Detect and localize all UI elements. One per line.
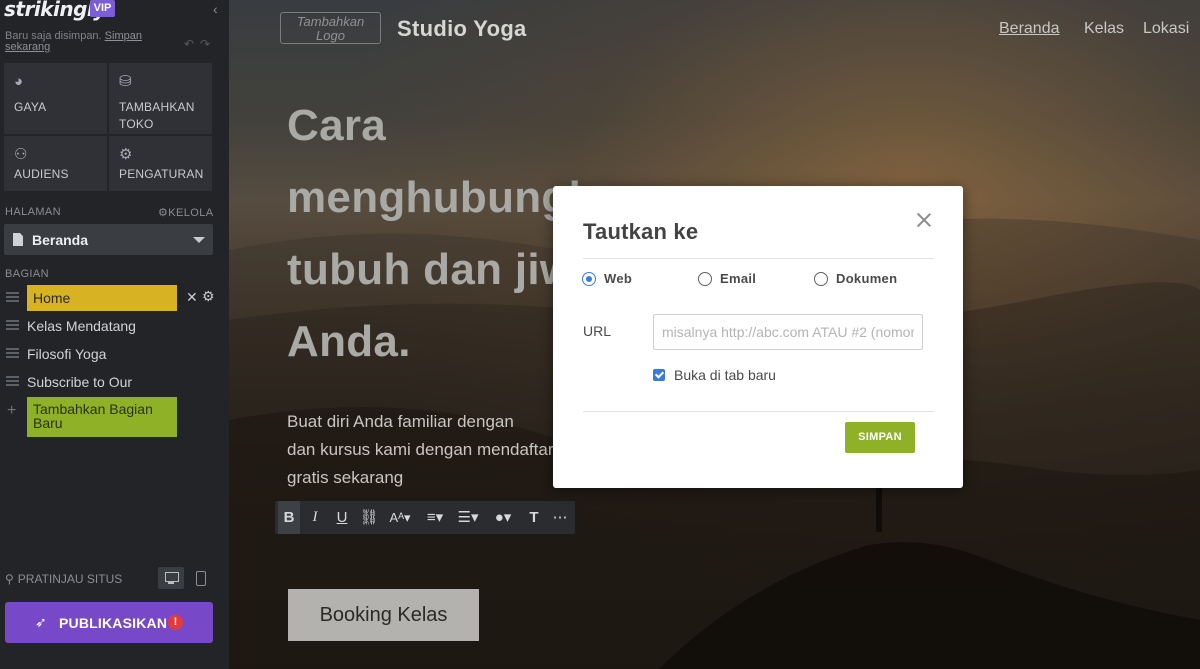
brand-row: strikingly VIP ‹ bbox=[0, 0, 229, 30]
new-tab-checkbox[interactable] bbox=[653, 369, 665, 381]
drag-handle-icon[interactable] bbox=[6, 292, 19, 302]
gear-icon[interactable]: ⚙ bbox=[202, 288, 215, 305]
radio-button[interactable] bbox=[698, 272, 712, 286]
chevron-down-icon bbox=[193, 237, 205, 243]
rocket-icon: ➶ bbox=[35, 614, 47, 630]
section-label: Kelas Mendatang bbox=[27, 318, 136, 334]
manage-pages-link[interactable]: ⚙KELOLA bbox=[158, 206, 213, 219]
publish-label: PUBLIKASIKAN bbox=[59, 615, 168, 631]
align-icon[interactable]: ≡▾ bbox=[422, 501, 448, 534]
section-label: Filosofi Yoga bbox=[27, 346, 107, 362]
section-item-subscribe[interactable]: Subscribe to Our bbox=[0, 369, 229, 395]
preview-label: PRATINJAU SITUS bbox=[17, 572, 123, 586]
radio-button[interactable] bbox=[814, 272, 828, 286]
section-item-kelas[interactable]: Kelas Mendatang bbox=[0, 313, 229, 339]
hero-body-line: dan kursus kami dengan mendaftar bbox=[287, 440, 554, 459]
color-icon[interactable]: ●▾ bbox=[489, 501, 517, 534]
vip-badge: VIP bbox=[90, 0, 115, 17]
sections-heading: BAGIAN bbox=[5, 268, 49, 280]
radio-label: Email bbox=[720, 271, 757, 286]
close-icon[interactable]: ✕ bbox=[186, 289, 198, 306]
hero-title-line: Cara bbox=[287, 101, 387, 150]
hero-body-text[interactable]: Buat diri Anda familiar dengan dan kursu… bbox=[287, 408, 577, 492]
radio-label: Dokumen bbox=[836, 271, 898, 286]
search-icon: ⚲ bbox=[5, 572, 14, 586]
new-tab-label: Buka di tab baru bbox=[674, 367, 776, 383]
people-icon: ⚇ bbox=[14, 146, 28, 163]
palette-icon: ◕ bbox=[14, 73, 24, 90]
section-label: Subscribe to Our bbox=[27, 374, 133, 390]
site-title[interactable]: Studio Yoga bbox=[397, 16, 527, 42]
url-input[interactable] bbox=[653, 314, 923, 350]
underline-icon[interactable]: U bbox=[332, 501, 352, 534]
tile-label: AUDIENS bbox=[14, 167, 69, 181]
pages-heading: HALAMAN bbox=[5, 206, 61, 218]
add-section-button[interactable]: Tambahkan Bagian Baru bbox=[27, 397, 177, 437]
font-size-icon[interactable]: Aᴬ▾ bbox=[387, 501, 413, 534]
tile-label: PENGATURAN bbox=[119, 167, 204, 181]
section-item-filosofi[interactable]: Filosofi Yoga bbox=[0, 341, 229, 367]
link-dialog: Tautkan ke Web Email Dokumen URL Buka di… bbox=[553, 186, 963, 488]
page-selector[interactable]: Beranda bbox=[4, 224, 213, 255]
list-icon[interactable]: ☰▾ bbox=[455, 501, 481, 534]
sidebar-tiles: ◕ GAYA ⛁ TAMBAHKAN TOKO ⚇ AUDIENS ⚙ PENG… bbox=[4, 63, 213, 191]
section-item-active[interactable]: Home bbox=[27, 285, 177, 311]
save-button[interactable]: SIMPAN bbox=[845, 422, 915, 453]
dialog-title: Tautkan ke bbox=[583, 219, 699, 244]
divider bbox=[583, 258, 934, 259]
more-icon[interactable]: ⋯ bbox=[549, 501, 571, 534]
tile-label: TAMBAHKAN TOKO bbox=[119, 100, 195, 131]
document-icon bbox=[13, 233, 23, 246]
manage-pages-label: KELOLA bbox=[168, 207, 214, 219]
nav-link-kelas[interactable]: Kelas bbox=[1084, 20, 1124, 38]
tile-style[interactable]: ◕ GAYA bbox=[4, 63, 107, 134]
hero-body-line: Buat diri Anda familiar dengan bbox=[287, 412, 514, 431]
tile-label: GAYA bbox=[14, 100, 47, 114]
publish-button[interactable]: ➶ PUBLIKASIKAN ! bbox=[5, 602, 213, 643]
bold-icon[interactable]: B bbox=[278, 501, 300, 534]
url-label: URL bbox=[583, 323, 612, 339]
nav-link-lokasi[interactable]: Lokasi bbox=[1143, 20, 1189, 38]
gear-icon: ⚙ bbox=[158, 207, 169, 219]
site-logo-placeholder[interactable]: Tambahkan Logo bbox=[280, 12, 381, 44]
mobile-preview-icon[interactable] bbox=[187, 567, 213, 589]
radio-button[interactable] bbox=[582, 272, 596, 286]
section-item-home[interactable]: Home ✕ ⚙ bbox=[0, 285, 229, 311]
gear-icon: ⚙ bbox=[119, 146, 133, 163]
editor-sidebar: strikingly VIP ‹ Baru saja disimpan. Sim… bbox=[0, 0, 229, 669]
save-status: Baru saja disimpan. Simpan sekarang bbox=[5, 31, 180, 53]
nav-link-beranda[interactable]: Beranda bbox=[999, 20, 1060, 38]
drag-handle-icon[interactable] bbox=[6, 348, 19, 358]
plus-icon: + bbox=[7, 402, 17, 419]
text-format-toolbar: B I U ⛓ Aᴬ▾ ≡▾ ☰▾ ●▾ T ⋯ bbox=[275, 501, 575, 534]
drag-handle-icon[interactable] bbox=[6, 376, 19, 386]
page-selector-value: Beranda bbox=[32, 232, 89, 248]
drag-handle-icon[interactable] bbox=[6, 320, 19, 330]
desktop-preview-icon[interactable] bbox=[158, 567, 184, 589]
preview-site[interactable]: ⚲ PRATINJAU SITUS bbox=[5, 572, 122, 586]
store-icon: ⛁ bbox=[119, 73, 132, 90]
radio-label: Web bbox=[604, 271, 633, 286]
text-style-icon[interactable]: T bbox=[524, 501, 544, 534]
tile-settings[interactable]: ⚙ PENGATURAN bbox=[109, 136, 212, 191]
collapse-sidebar-icon[interactable]: ‹ bbox=[213, 2, 225, 16]
tile-add-store[interactable]: ⛁ TAMBAHKAN TOKO bbox=[109, 63, 212, 134]
alert-icon: ! bbox=[168, 615, 183, 630]
link-icon[interactable]: ⛓ bbox=[358, 501, 380, 534]
tile-audience[interactable]: ⚇ AUDIENS bbox=[4, 136, 107, 191]
close-icon[interactable] bbox=[916, 212, 932, 228]
italic-icon[interactable]: I bbox=[305, 501, 325, 534]
section-label: Home bbox=[33, 290, 71, 306]
hero-body-line: gratis sekarang bbox=[287, 468, 404, 487]
divider bbox=[583, 411, 934, 412]
undo-redo-icons[interactable]: ↶↷ bbox=[184, 37, 216, 51]
booking-button[interactable]: Booking Kelas bbox=[288, 589, 479, 641]
